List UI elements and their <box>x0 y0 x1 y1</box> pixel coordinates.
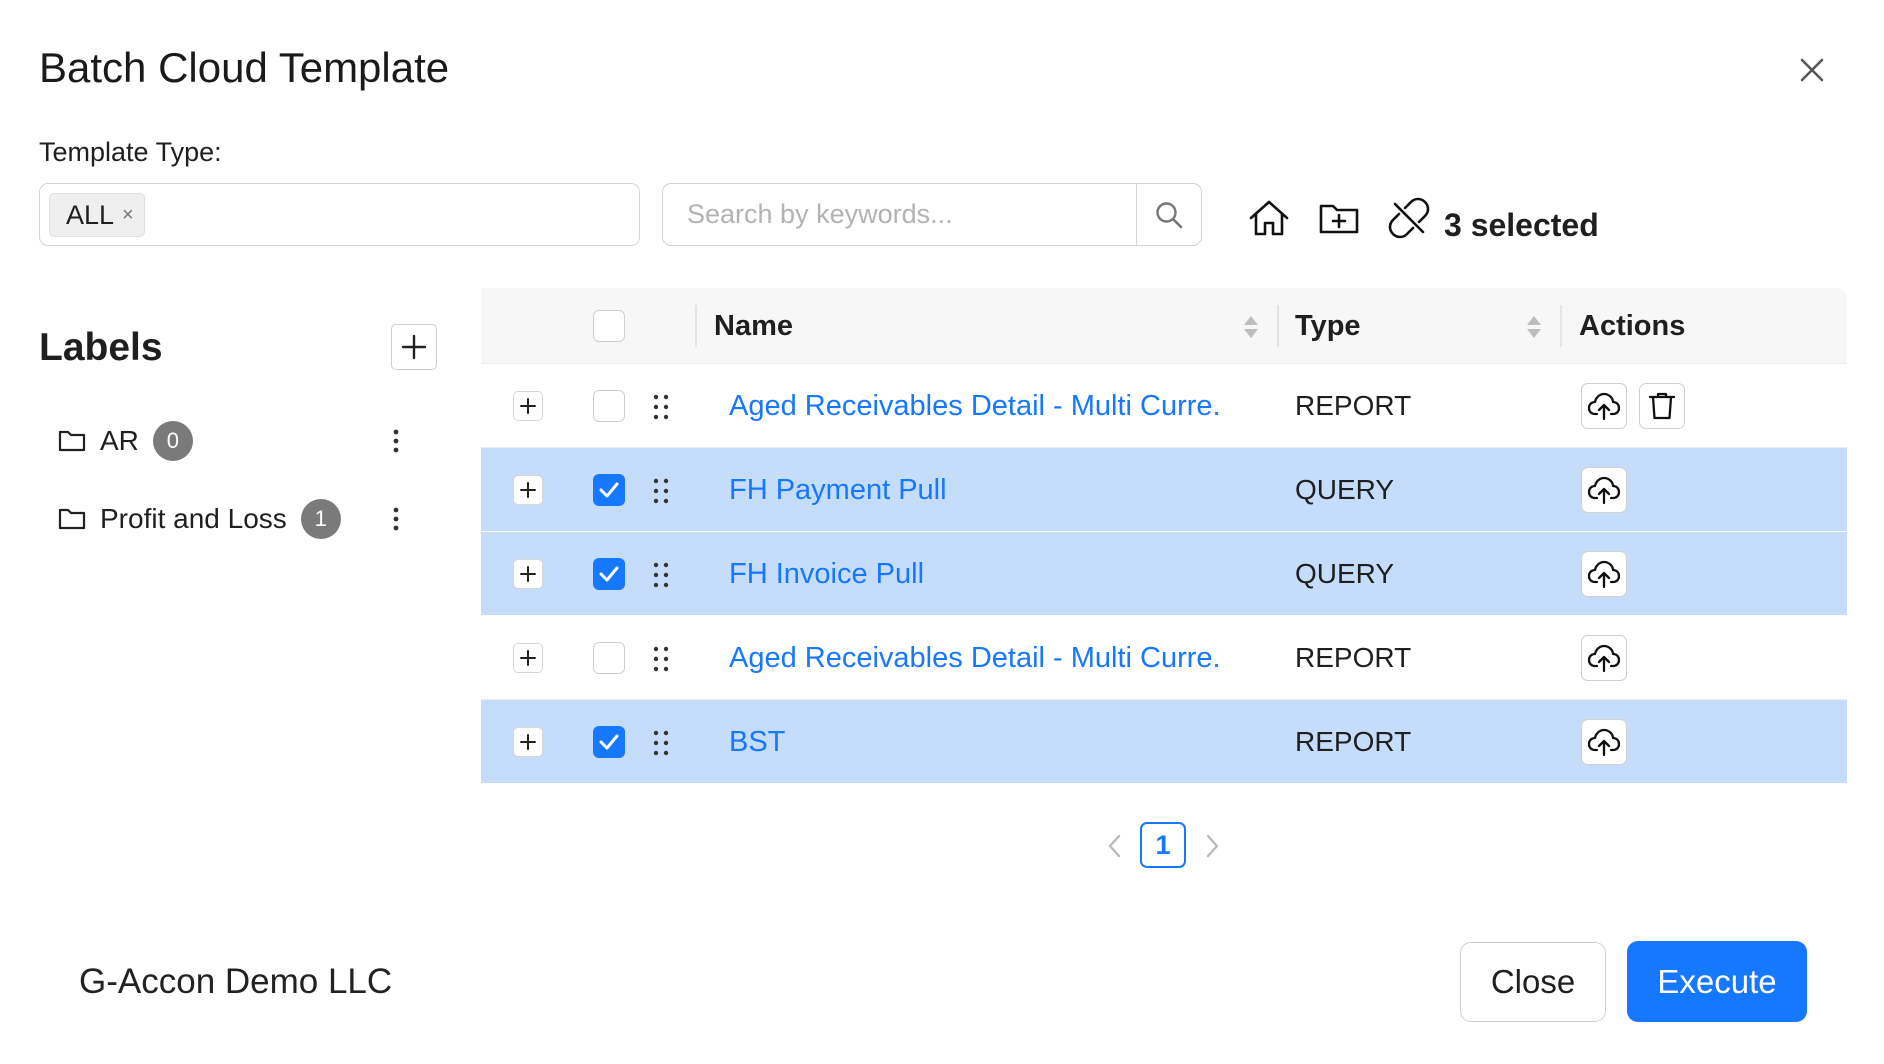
folder-icon <box>58 430 86 452</box>
company-name: G-Accon Demo LLC <box>79 962 393 1001</box>
upload-cloud-icon <box>1587 728 1621 757</box>
row-checkbox[interactable] <box>593 474 625 506</box>
search-button[interactable] <box>1136 183 1202 246</box>
table-row[interactable]: Aged Receivables Detail - Multi Curre. R… <box>481 364 1847 448</box>
upload-cloud-icon <box>1587 560 1621 589</box>
tag-label: ALL <box>66 199 115 230</box>
chevron-left-icon[interactable] <box>1103 832 1127 860</box>
more-options-icon[interactable] <box>384 501 408 537</box>
upload-cloud-button[interactable] <box>1581 383 1627 429</box>
template-name-link[interactable]: FH Payment Pull <box>729 448 947 532</box>
table-row[interactable]: Aged Receivables Detail - Multi Curre. R… <box>481 616 1847 700</box>
check-icon <box>599 566 619 582</box>
sort-icon[interactable] <box>1525 314 1543 340</box>
label-name: Profit and Loss <box>100 503 287 534</box>
upload-cloud-button[interactable] <box>1581 635 1627 681</box>
label-item-ar[interactable]: AR 0 <box>58 419 193 463</box>
drag-handle-icon[interactable] <box>649 728 673 758</box>
drag-handle-icon[interactable] <box>649 392 673 422</box>
column-header-type[interactable]: Type <box>1295 288 1361 364</box>
select-all-checkbox[interactable] <box>593 310 625 342</box>
dialog-title: Batch Cloud Template <box>39 44 450 91</box>
search-input[interactable] <box>663 184 1137 245</box>
check-icon <box>599 482 619 498</box>
folder-icon <box>58 508 86 530</box>
table-row[interactable]: BST REPORT <box>481 700 1847 784</box>
plus-icon <box>401 334 427 360</box>
drag-handle-icon[interactable] <box>649 644 673 674</box>
unlink-icon[interactable] <box>1387 196 1431 240</box>
template-type-tag: ALL × <box>49 193 145 237</box>
upload-cloud-icon <box>1587 392 1621 421</box>
label-count-badge: 1 <box>300 499 341 539</box>
folder-add-icon[interactable] <box>1317 196 1361 240</box>
label-name: AR <box>100 425 139 456</box>
execute-button[interactable]: Execute <box>1627 941 1807 1022</box>
search-field[interactable] <box>662 183 1137 246</box>
upload-cloud-button[interactable] <box>1581 551 1627 597</box>
more-options-icon[interactable] <box>384 423 408 459</box>
upload-cloud-icon <box>1587 644 1621 673</box>
close-icon[interactable] <box>1792 50 1832 90</box>
close-button[interactable]: Close <box>1460 942 1606 1022</box>
delete-button[interactable] <box>1639 383 1685 429</box>
drag-handle-icon[interactable] <box>649 560 673 590</box>
chevron-right-icon[interactable] <box>1200 832 1224 860</box>
column-header-name[interactable]: Name <box>714 288 793 364</box>
template-type-select[interactable]: ALL × <box>39 183 640 246</box>
home-icon[interactable] <box>1247 196 1291 240</box>
template-name-link[interactable]: Aged Receivables Detail - Multi Curre. <box>729 616 1221 700</box>
upload-cloud-icon <box>1587 476 1621 505</box>
template-name-link[interactable]: FH Invoice Pull <box>729 532 924 616</box>
upload-cloud-button[interactable] <box>1581 467 1627 513</box>
template-name-link[interactable]: BST <box>729 700 785 784</box>
template-type: QUERY <box>1295 474 1395 505</box>
tag-remove-icon[interactable]: × <box>122 204 134 227</box>
delete-icon <box>1648 392 1676 420</box>
template-type-label: Template Type: <box>39 137 222 167</box>
label-count-badge: 0 <box>152 421 193 461</box>
label-item-profit-and-loss[interactable]: Profit and Loss 1 <box>58 497 341 541</box>
table-row[interactable]: FH Invoice Pull QUERY <box>481 532 1847 616</box>
expand-row-icon[interactable] <box>513 727 543 757</box>
row-checkbox[interactable] <box>593 726 625 758</box>
table-header: Name Type Actions <box>481 288 1847 364</box>
template-type: REPORT <box>1295 642 1412 673</box>
expand-row-icon[interactable] <box>513 643 543 673</box>
expand-row-icon[interactable] <box>513 391 543 421</box>
template-type: QUERY <box>1295 558 1395 589</box>
expand-row-icon[interactable] <box>513 475 543 505</box>
pagination-page[interactable]: 1 <box>1140 822 1186 868</box>
template-type: REPORT <box>1295 390 1412 421</box>
row-checkbox[interactable] <box>593 642 625 674</box>
add-label-button[interactable] <box>391 324 437 370</box>
selected-count: 3 selected <box>1444 207 1599 243</box>
template-name-link[interactable]: Aged Receivables Detail - Multi Curre. <box>729 364 1221 448</box>
check-icon <box>599 734 619 750</box>
upload-cloud-button[interactable] <box>1581 719 1627 765</box>
drag-handle-icon[interactable] <box>649 476 673 506</box>
row-checkbox[interactable] <box>593 390 625 422</box>
template-type: REPORT <box>1295 726 1412 757</box>
row-checkbox[interactable] <box>593 558 625 590</box>
search-icon <box>1156 201 1183 228</box>
table-row[interactable]: FH Payment Pull QUERY <box>481 448 1847 532</box>
expand-row-icon[interactable] <box>513 559 543 589</box>
column-header-actions: Actions <box>1579 309 1686 342</box>
sort-icon[interactable] <box>1242 314 1260 340</box>
labels-title: Labels <box>39 326 163 369</box>
